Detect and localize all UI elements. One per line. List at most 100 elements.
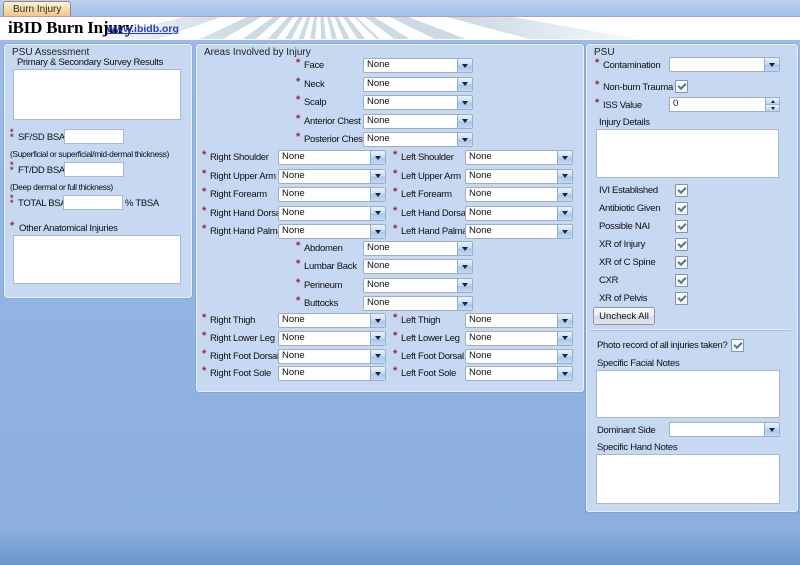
dropdown-arrow-icon[interactable] bbox=[557, 207, 572, 220]
dropdown-arrow-icon[interactable] bbox=[457, 260, 472, 273]
dominant-side-dropdown[interactable] bbox=[669, 422, 780, 437]
arrow-down-icon bbox=[562, 372, 568, 376]
dropdown-arrow-icon[interactable] bbox=[557, 332, 572, 345]
neck-dropdown[interactable]: None bbox=[363, 77, 473, 92]
spin-down-button[interactable] bbox=[766, 105, 779, 111]
dropdown-arrow-icon[interactable] bbox=[457, 297, 472, 310]
left-shoulder-dropdown[interactable]: None bbox=[465, 150, 573, 165]
other-injuries-textarea[interactable] bbox=[13, 235, 181, 284]
website-link[interactable]: www.ibidb.org bbox=[107, 23, 179, 35]
left-hand-dorsal-dropdown[interactable]: None bbox=[465, 206, 573, 221]
left-thigh-dropdown[interactable]: None bbox=[465, 313, 573, 328]
left-hand-palmar-dropdown[interactable]: None bbox=[465, 224, 573, 239]
left-forearm-label: Left Forearm bbox=[401, 189, 452, 200]
dropdown-arrow-icon[interactable] bbox=[557, 367, 572, 380]
facial-notes-textarea[interactable] bbox=[596, 370, 780, 418]
dropdown-arrow-icon[interactable] bbox=[370, 188, 385, 201]
ftdd-bsa-input[interactable] bbox=[64, 162, 124, 177]
dropdown-arrow-icon[interactable] bbox=[457, 96, 472, 109]
dropdown-arrow-icon[interactable] bbox=[557, 314, 572, 327]
left-upper-arm-dropdown[interactable]: None bbox=[465, 169, 573, 184]
iss-value-spinner[interactable]: 0 bbox=[669, 97, 780, 112]
dropdown-arrow-icon[interactable] bbox=[457, 242, 472, 255]
right-upper-arm-dropdown[interactable]: None bbox=[278, 169, 386, 184]
possible-nai-label: Possible NAI bbox=[599, 221, 650, 232]
dropdown-arrow-icon[interactable] bbox=[457, 78, 472, 91]
anterior-chest-value: None bbox=[364, 115, 457, 128]
dropdown-arrow-icon[interactable] bbox=[557, 151, 572, 164]
xr-of-pelvis-checkbox[interactable] bbox=[675, 292, 688, 305]
uncheck-all-button[interactable]: Uncheck All bbox=[593, 307, 655, 325]
perineum-dropdown[interactable]: None bbox=[363, 278, 473, 293]
right-foot-dorsal-dropdown[interactable]: None bbox=[278, 349, 386, 364]
sfsd-bsa-input[interactable] bbox=[64, 129, 124, 144]
arrow-down-icon bbox=[375, 193, 381, 197]
photo-record-checkbox[interactable] bbox=[731, 339, 744, 352]
hand-notes-textarea[interactable] bbox=[596, 454, 780, 504]
required-asterisk-icon bbox=[393, 224, 397, 234]
dropdown-arrow-icon[interactable] bbox=[764, 423, 779, 436]
arrow-down-icon bbox=[375, 372, 381, 376]
dropdown-arrow-icon[interactable] bbox=[370, 350, 385, 363]
dropdown-arrow-icon[interactable] bbox=[557, 170, 572, 183]
dropdown-arrow-icon[interactable] bbox=[457, 115, 472, 128]
right-lower-leg-label: Right Lower Leg bbox=[210, 333, 275, 344]
required-asterisk-icon bbox=[296, 241, 300, 251]
left-foot-sole-dropdown[interactable]: None bbox=[465, 366, 573, 381]
left-hand-palmar-value: None bbox=[466, 225, 557, 238]
left-foot-dorsal-dropdown[interactable]: None bbox=[465, 349, 573, 364]
required-asterisk-icon bbox=[10, 221, 14, 231]
other-injuries-label: Other Anatomical Injuries bbox=[19, 223, 118, 234]
anterior-chest-dropdown[interactable]: None bbox=[363, 114, 473, 129]
buttocks-dropdown[interactable]: None bbox=[363, 296, 473, 311]
checkmark-icon bbox=[677, 81, 686, 90]
abdomen-dropdown[interactable]: None bbox=[363, 241, 473, 256]
ivi-established-checkbox[interactable] bbox=[675, 184, 688, 197]
spin-up-button[interactable] bbox=[766, 98, 779, 105]
dropdown-arrow-icon[interactable] bbox=[370, 151, 385, 164]
possible-nai-checkbox[interactable] bbox=[675, 220, 688, 233]
dropdown-arrow-icon[interactable] bbox=[370, 207, 385, 220]
right-foot-sole-dropdown[interactable]: None bbox=[278, 366, 386, 381]
dropdown-arrow-icon[interactable] bbox=[370, 314, 385, 327]
dropdown-arrow-icon[interactable] bbox=[557, 188, 572, 201]
required-asterisk-icon bbox=[595, 58, 599, 68]
right-shoulder-dropdown[interactable]: None bbox=[278, 150, 386, 165]
cxr-checkbox[interactable] bbox=[675, 274, 688, 287]
left-lower-leg-label: Left Lower Leg bbox=[401, 333, 460, 344]
tab-burn-injury[interactable]: Burn Injury bbox=[3, 1, 71, 16]
face-dropdown[interactable]: None bbox=[363, 58, 473, 73]
dropdown-arrow-icon[interactable] bbox=[370, 332, 385, 345]
right-forearm-dropdown[interactable]: None bbox=[278, 187, 386, 202]
left-lower-leg-dropdown[interactable]: None bbox=[465, 331, 573, 346]
injury-details-textarea[interactable] bbox=[596, 129, 779, 178]
xr-of-injury-checkbox[interactable] bbox=[675, 238, 688, 251]
right-hand-palmar-dropdown[interactable]: None bbox=[278, 224, 386, 239]
left-forearm-dropdown[interactable]: None bbox=[465, 187, 573, 202]
right-lower-leg-dropdown[interactable]: None bbox=[278, 331, 386, 346]
dropdown-arrow-icon[interactable] bbox=[370, 170, 385, 183]
antibiotic-given-checkbox[interactable] bbox=[675, 202, 688, 215]
non-burn-trauma-checkbox[interactable] bbox=[675, 80, 688, 93]
face-label: Face bbox=[304, 60, 324, 71]
lumbar-back-dropdown[interactable]: None bbox=[363, 259, 473, 274]
xr-of-c-spine-checkbox[interactable] bbox=[675, 256, 688, 269]
dropdown-arrow-icon[interactable] bbox=[457, 59, 472, 72]
dropdown-arrow-icon[interactable] bbox=[457, 133, 472, 146]
right-hand-dorsal-dropdown[interactable]: None bbox=[278, 206, 386, 221]
survey-results-textarea[interactable] bbox=[13, 69, 181, 120]
right-thigh-dropdown[interactable]: None bbox=[278, 313, 386, 328]
perineum-value: None bbox=[364, 279, 457, 292]
dropdown-arrow-icon[interactable] bbox=[370, 367, 385, 380]
posterior-chest-dropdown[interactable]: None bbox=[363, 132, 473, 147]
dropdown-arrow-icon[interactable] bbox=[457, 279, 472, 292]
scalp-dropdown[interactable]: None bbox=[363, 95, 473, 110]
total-bsa-input[interactable] bbox=[63, 195, 123, 210]
dropdown-arrow-icon[interactable] bbox=[764, 58, 779, 71]
dropdown-arrow-icon[interactable] bbox=[370, 225, 385, 238]
contamination-dropdown[interactable] bbox=[669, 57, 780, 72]
arrow-down-icon bbox=[562, 174, 568, 178]
arrow-down-icon bbox=[562, 156, 568, 160]
dropdown-arrow-icon[interactable] bbox=[557, 350, 572, 363]
dropdown-arrow-icon[interactable] bbox=[557, 225, 572, 238]
